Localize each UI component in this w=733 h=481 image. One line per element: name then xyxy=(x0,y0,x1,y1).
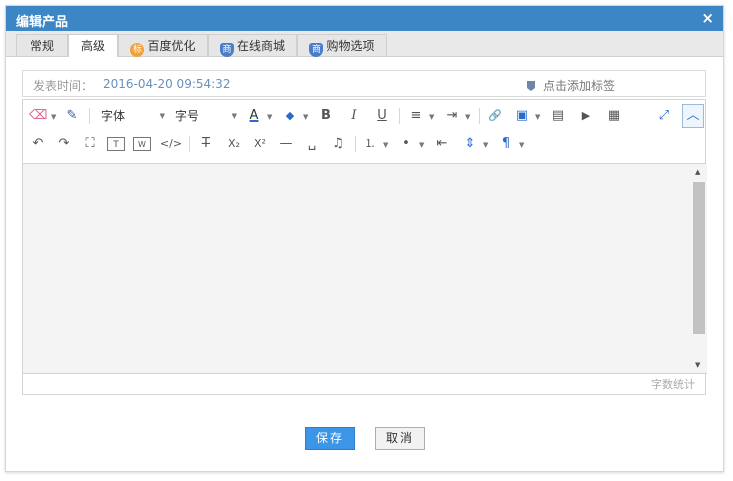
table-icon[interactable]: ▦ xyxy=(605,106,623,126)
shop-icon: 商 xyxy=(219,43,234,57)
toolbar-separator xyxy=(479,108,480,124)
fullscreen-icon[interactable]: ⤢ xyxy=(655,106,673,126)
align-dropdown-icon[interactable]: ▼ xyxy=(429,113,434,121)
indent-dropdown-icon[interactable]: ▼ xyxy=(465,113,470,121)
font-family-value: 字体 xyxy=(101,109,126,123)
music-icon[interactable]: ♫ xyxy=(329,134,347,154)
background-color-icon[interactable]: ◆ xyxy=(281,106,299,126)
image-icon[interactable]: ▣ xyxy=(513,106,531,126)
undo-icon[interactable]: ↶ xyxy=(29,134,47,154)
tab-baidu-seo[interactable]: 标百度优化 xyxy=(118,34,208,57)
text-block-icon[interactable]: T xyxy=(107,137,125,151)
dialog-titlebar: 编辑产品 × xyxy=(6,6,723,31)
select-all-icon[interactable]: ⛶ xyxy=(81,134,99,154)
chevron-down-icon: ▼ xyxy=(231,112,237,120)
font-family-select[interactable]: 字体 ▼ xyxy=(101,106,165,126)
toolbar-separator xyxy=(399,108,400,124)
background-color-dropdown-icon[interactable]: ▼ xyxy=(303,113,308,121)
video-icon[interactable]: ▶ xyxy=(577,106,595,126)
tab-label: 百度优化 xyxy=(147,39,196,53)
scroll-up-icon[interactable]: ▲ xyxy=(695,168,700,176)
multi-image-icon[interactable]: ▤ xyxy=(549,106,567,126)
vertical-scrollbar[interactable]: ▲ ▼ xyxy=(691,164,707,373)
toolbar-separator xyxy=(189,136,190,152)
font-color-dropdown-icon[interactable]: ▼ xyxy=(267,113,272,121)
line-height-icon[interactable]: ⇕ xyxy=(461,134,479,154)
collapse-toolbar-icon[interactable]: ︿ xyxy=(682,104,704,128)
ordered-list-dropdown-icon[interactable]: ▼ xyxy=(383,141,388,149)
font-size-value: 字号 xyxy=(175,109,200,123)
font-size-select[interactable]: 字号 ▼ xyxy=(175,106,237,126)
close-icon[interactable]: × xyxy=(701,9,714,27)
seo-tag-icon: 标 xyxy=(130,43,145,57)
publish-time-label: 发表时间： xyxy=(33,79,94,93)
tab-bar: 常规 高级 标百度优化 商在线商城 商购物选项 xyxy=(6,31,723,57)
strikethrough-icon[interactable]: T̶ xyxy=(197,134,215,154)
align-icon[interactable]: ≡ xyxy=(407,106,425,126)
dialog-title: 编辑产品 xyxy=(16,15,69,30)
link-icon[interactable]: 🔗 xyxy=(485,106,505,126)
underline-icon[interactable]: U xyxy=(373,106,391,126)
save-button[interactable]: 保存 xyxy=(305,427,355,450)
tab-general[interactable]: 常规 xyxy=(16,34,68,56)
horizontal-rule-icon[interactable]: — xyxy=(277,134,295,154)
add-tag-label: 点击添加标签 xyxy=(543,79,616,93)
eraser-icon[interactable]: ⌫ xyxy=(29,106,47,126)
line-height-dropdown-icon[interactable]: ▼ xyxy=(483,141,488,149)
format-painter-icon[interactable]: ✎ xyxy=(63,106,81,126)
outdent-icon[interactable]: ⇤ xyxy=(433,134,451,154)
tab-label: 在线商城 xyxy=(236,39,285,53)
eraser-dropdown-icon[interactable]: ▼ xyxy=(51,113,56,121)
scrollbar-thumb[interactable] xyxy=(693,182,705,334)
rich-text-editor: ⌫ ▼ ✎ 字体 ▼ 字号 ▼ A ▼ ◆ ▼ B I U ≡ ▼ ⇥ ▼ 🔗 ▣ … xyxy=(22,99,707,395)
tab-advanced[interactable]: 高级 xyxy=(68,34,118,57)
add-tag-link[interactable]: 点击添加标签 xyxy=(527,77,615,94)
shop-icon: 商 xyxy=(309,43,324,57)
source-code-icon[interactable]: </> xyxy=(159,134,183,154)
edit-product-dialog: 编辑产品 × 常规 高级 标百度优化 商在线商城 商购物选项 发表时间： 201… xyxy=(5,5,724,472)
unordered-list-icon[interactable]: • xyxy=(397,134,415,154)
editor-content-area[interactable]: ▲ ▼ xyxy=(23,164,707,374)
tab-online-store[interactable]: 商在线商城 xyxy=(208,34,297,57)
publish-info-bar: 发表时间： 2016-04-20 09:54:32 点击添加标签 xyxy=(22,70,706,97)
image-dropdown-icon[interactable]: ▼ xyxy=(535,113,540,121)
indent-icon[interactable]: ⇥ xyxy=(443,106,461,126)
subscript-icon[interactable]: X₂ xyxy=(223,134,245,154)
word-icon[interactable]: W xyxy=(133,137,151,151)
chevron-down-icon: ▼ xyxy=(159,112,165,120)
tab-label: 购物选项 xyxy=(326,39,375,53)
toolbar-separator xyxy=(355,136,356,152)
paragraph-spacing-icon[interactable]: ¶ xyxy=(497,134,515,154)
font-color-icon[interactable]: A xyxy=(245,106,263,126)
bold-icon[interactable]: B xyxy=(317,106,335,126)
tab-shopping-options[interactable]: 商购物选项 xyxy=(297,34,387,57)
editor-toolbar: ⌫ ▼ ✎ 字体 ▼ 字号 ▼ A ▼ ◆ ▼ B I U ≡ ▼ ⇥ ▼ 🔗 ▣ … xyxy=(23,100,705,164)
publish-time-value[interactable]: 2016-04-20 09:54:32 xyxy=(103,77,230,91)
cancel-button[interactable]: 取消 xyxy=(375,427,425,450)
scroll-down-icon[interactable]: ▼ xyxy=(695,361,700,369)
unordered-list-dropdown-icon[interactable]: ▼ xyxy=(419,141,424,149)
tab-label: 高级 xyxy=(80,39,105,53)
toolbar-separator xyxy=(89,108,90,124)
space-icon[interactable]: ␣ xyxy=(303,134,321,154)
ordered-list-icon[interactable]: ⒈ xyxy=(361,134,379,154)
redo-icon[interactable]: ↷ xyxy=(55,134,73,154)
tab-label: 常规 xyxy=(29,39,54,53)
italic-icon[interactable]: I xyxy=(345,106,363,126)
tag-icon xyxy=(527,81,535,91)
superscript-icon[interactable]: X² xyxy=(249,134,271,154)
paragraph-spacing-dropdown-icon[interactable]: ▼ xyxy=(519,141,524,149)
word-count-label[interactable]: 字数统计 xyxy=(651,376,695,392)
